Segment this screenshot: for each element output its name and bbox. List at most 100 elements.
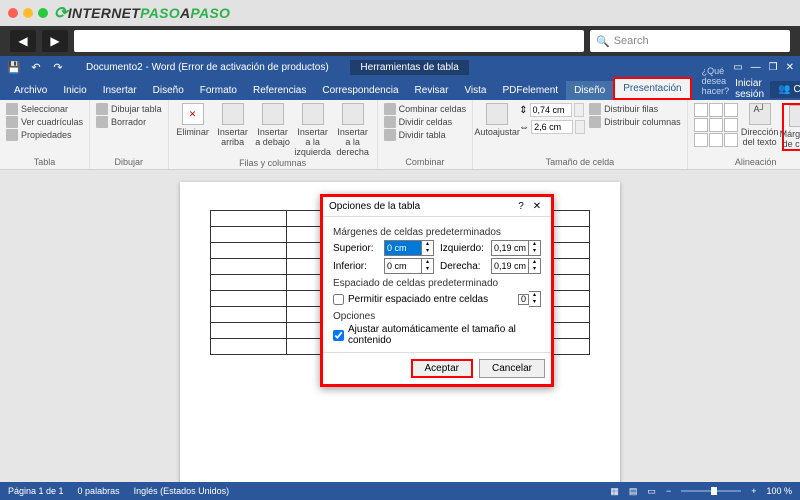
cmd-insertar-debajo[interactable]: Insertar a debajo bbox=[255, 103, 291, 147]
status-lang[interactable]: Inglés (Estados Unidos) bbox=[134, 486, 230, 496]
cmd-dibujar-tabla[interactable]: Dibujar tabla bbox=[96, 103, 162, 115]
label-izquierdo: Izquierdo: bbox=[440, 243, 485, 254]
cmd-distribuir-filas[interactable]: Distribuir filas bbox=[589, 103, 681, 115]
status-page[interactable]: Página 1 de 1 bbox=[8, 486, 64, 496]
quick-access-toolbar: 💾 ↶ ↷ bbox=[6, 59, 66, 75]
input-spacing[interactable]: ▴▾ bbox=[518, 291, 541, 307]
cmd-propiedades[interactable]: Propiedades bbox=[6, 129, 83, 141]
cancelar-button[interactable]: Cancelar bbox=[479, 359, 545, 378]
tab-archivo[interactable]: Archivo bbox=[6, 81, 55, 100]
group-filas-columnas: ✕Eliminar Insertar arriba Insertar a deb… bbox=[169, 100, 378, 169]
context-tab-title: Herramientas de tabla bbox=[350, 60, 468, 75]
minimize-icon[interactable]: — bbox=[751, 62, 761, 73]
cmd-borrador[interactable]: Borrador bbox=[96, 116, 162, 128]
aceptar-button[interactable]: Aceptar bbox=[411, 359, 473, 378]
label-superior: Superior: bbox=[333, 243, 378, 254]
cmd-distribuir-cols[interactable]: Distribuir columnas bbox=[589, 116, 681, 128]
close-dot[interactable] bbox=[8, 8, 18, 18]
cmd-autoajustar[interactable]: Autoajustar bbox=[479, 103, 515, 137]
view-print-icon[interactable]: ▦ bbox=[610, 486, 619, 497]
back-button[interactable]: ◀ bbox=[10, 30, 36, 52]
cmd-insertar-arriba[interactable]: Insertar arriba bbox=[215, 103, 251, 147]
zoom-level[interactable]: 100 % bbox=[766, 486, 792, 496]
dialog-title-text: Opciones de la tabla bbox=[329, 201, 513, 212]
tab-revisar[interactable]: Revisar bbox=[407, 81, 457, 100]
tab-table-presentacion[interactable]: Presentación bbox=[613, 77, 691, 100]
cmd-ver-cuadriculas[interactable]: Ver cuadrículas bbox=[6, 116, 83, 128]
align-grid[interactable] bbox=[694, 103, 738, 147]
tab-insertar[interactable]: Insertar bbox=[95, 81, 145, 100]
cmd-margenes-celda[interactable]: Márgenes de celda bbox=[782, 103, 800, 151]
insert-left-icon bbox=[302, 103, 324, 125]
site-logo: ⟳INTERNETPASOAPASO bbox=[54, 3, 230, 23]
tab-vista[interactable]: Vista bbox=[456, 81, 494, 100]
cmd-dividir-celdas[interactable]: Dividir celdas bbox=[384, 116, 467, 128]
maximize-dot[interactable] bbox=[38, 8, 48, 18]
col-width-input[interactable]: ⇔ bbox=[519, 120, 585, 134]
tab-inicio[interactable]: Inicio bbox=[55, 81, 94, 100]
dist-cols-icon bbox=[589, 116, 601, 128]
label-ajustar: Ajustar automáticamente el tamaño al con… bbox=[348, 324, 541, 346]
cmd-combinar-celdas[interactable]: Combinar celdas bbox=[384, 103, 467, 115]
tab-formato[interactable]: Formato bbox=[192, 81, 245, 100]
insert-below-icon bbox=[262, 103, 284, 125]
minimize-dot[interactable] bbox=[23, 8, 33, 18]
gridlines-icon bbox=[6, 116, 18, 128]
input-izquierdo[interactable]: ▴▾ bbox=[491, 240, 541, 256]
tab-diseno[interactable]: Diseño bbox=[145, 81, 192, 100]
tab-referencias[interactable]: Referencias bbox=[245, 81, 314, 100]
restore-icon[interactable]: ❐ bbox=[769, 62, 778, 73]
forward-button[interactable]: ▶ bbox=[42, 30, 68, 52]
split-cells-icon bbox=[384, 116, 396, 128]
checkbox-ajustar-auto[interactable] bbox=[333, 330, 344, 341]
checkbox-permitir-espaciado[interactable] bbox=[333, 294, 344, 305]
group-tamano-celda: Autoajustar ⇕ ⇔ Distribuir filas Distrib… bbox=[473, 100, 688, 169]
share-icon: 👥 bbox=[778, 84, 790, 95]
undo-icon[interactable]: ↶ bbox=[28, 59, 44, 75]
cmd-direccion-texto[interactable]: A┘Dirección del texto bbox=[742, 103, 778, 147]
save-icon[interactable]: 💾 bbox=[6, 59, 22, 75]
section-margins-label: Márgenes de celdas predeterminados bbox=[333, 227, 541, 238]
zoom-slider[interactable] bbox=[681, 490, 741, 492]
search-placeholder: Search bbox=[614, 35, 649, 47]
tab-table-diseno[interactable]: Diseño bbox=[566, 81, 613, 100]
browser-titlebar: ⟳INTERNETPASOAPASO bbox=[0, 0, 800, 26]
tab-pdfelement[interactable]: PDFelement bbox=[495, 81, 567, 100]
zoom-in-icon[interactable]: + bbox=[751, 486, 756, 496]
label-inferior: Inferior: bbox=[333, 261, 378, 272]
input-inferior[interactable]: ▴▾ bbox=[384, 258, 434, 274]
section-spacing-label: Espaciado de celdas predeterminado bbox=[333, 278, 541, 289]
tell-me-search[interactable]: ¿Qué desea hacer? bbox=[696, 62, 736, 100]
group-filas-label: Filas y columnas bbox=[175, 158, 371, 168]
share-button[interactable]: 👥 Compartir bbox=[770, 81, 800, 98]
close-icon[interactable]: ✕ bbox=[786, 62, 794, 73]
cmd-dividir-tabla[interactable]: Dividir tabla bbox=[384, 129, 467, 141]
view-web-icon[interactable]: ▭ bbox=[647, 486, 656, 497]
zoom-out-icon[interactable]: − bbox=[666, 486, 671, 496]
dialog-titlebar[interactable]: Opciones de la tabla ? ✕ bbox=[323, 197, 551, 217]
dialog-close-icon[interactable]: ✕ bbox=[529, 201, 545, 212]
label-derecha: Derecha: bbox=[440, 261, 485, 272]
group-tamano-label: Tamaño de celda bbox=[479, 157, 681, 167]
status-bar: Página 1 de 1 0 palabras Inglés (Estados… bbox=[0, 482, 800, 500]
search-box[interactable]: 🔍 Search bbox=[590, 30, 790, 52]
cmd-eliminar[interactable]: ✕Eliminar bbox=[175, 103, 211, 137]
login-link[interactable]: Iniciar sesión bbox=[735, 78, 764, 100]
redo-icon[interactable]: ↷ bbox=[50, 59, 66, 75]
cmd-seleccionar[interactable]: Seleccionar bbox=[6, 103, 83, 115]
doc-title: Documento2 - Word (Error de activación d… bbox=[86, 62, 350, 73]
cmd-insertar-der[interactable]: Insertar a la derecha bbox=[335, 103, 371, 157]
input-superior[interactable]: ▴▾ bbox=[384, 240, 434, 256]
cmd-insertar-izq[interactable]: Insertar a la izquierda bbox=[295, 103, 331, 157]
delete-icon: ✕ bbox=[182, 103, 204, 125]
table-options-dialog: Opciones de la tabla ? ✕ Márgenes de cel… bbox=[320, 194, 554, 387]
group-combinar: Combinar celdas Dividir celdas Dividir t… bbox=[378, 100, 474, 169]
row-height-input[interactable]: ⇕ bbox=[519, 103, 585, 117]
status-words[interactable]: 0 palabras bbox=[78, 486, 120, 496]
url-bar[interactable] bbox=[74, 30, 584, 52]
view-read-icon[interactable]: ▤ bbox=[629, 486, 638, 497]
insert-above-icon bbox=[222, 103, 244, 125]
help-icon[interactable]: ? bbox=[513, 201, 529, 212]
input-derecha[interactable]: ▴▾ bbox=[491, 258, 541, 274]
tab-correspondencia[interactable]: Correspondencia bbox=[314, 81, 406, 100]
